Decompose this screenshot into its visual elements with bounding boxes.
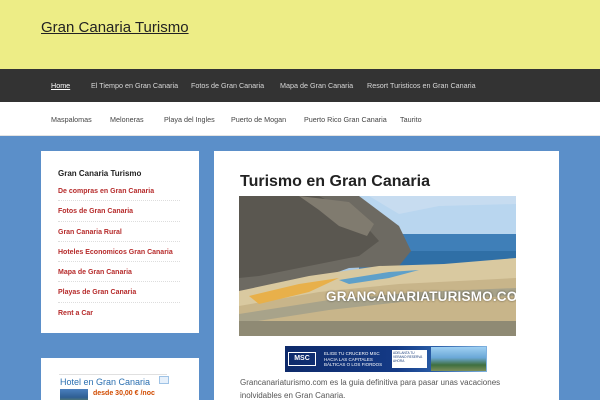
nav-item-puerto-de-mogan[interactable]: Puerto de Mogan bbox=[231, 115, 286, 124]
nav-item-photos[interactable]: Fotos de Gran Canaria bbox=[191, 81, 264, 90]
nav-item-meloneras[interactable]: Meloneras bbox=[110, 115, 144, 124]
nav-item-home[interactable]: Home bbox=[51, 81, 70, 90]
adchoices-icon[interactable] bbox=[159, 376, 169, 384]
hotel-ad[interactable]: Hotel en Gran Canaria desde 30,00 € /noc bbox=[59, 374, 169, 400]
nav-item-weather[interactable]: El Tiempo en Gran Canaria bbox=[91, 81, 178, 90]
ad-price[interactable]: desde 30,00 € /noc bbox=[93, 390, 155, 397]
sidebar-link-shopping[interactable]: De compras en Gran Canaria bbox=[58, 181, 180, 202]
hero-beach-image: GRANCANARIATURISMO.COM bbox=[239, 196, 516, 336]
main-content: Turismo en Gran Canaria GRANCANARIATURIS… bbox=[214, 151, 559, 400]
banner-fjord-image bbox=[431, 347, 486, 371]
sidebar-ad-widget: Hotel en Gran Canaria desde 30,00 € /noc bbox=[41, 358, 199, 400]
banner-cta[interactable]: ADELANTA TU VERANO RESERVA AHORA bbox=[392, 350, 427, 368]
msc-cruise-banner-ad[interactable]: MSC ELIGE TU CRUCERO MSC HACIA LAS CAPIT… bbox=[285, 346, 487, 372]
widget-title: Gran Canaria Turismo bbox=[58, 169, 142, 178]
sidebar-link-rural[interactable]: Gran Canaria Rural bbox=[58, 222, 180, 242]
sidebar-link-list: De compras en Gran Canaria Fotos de Gran… bbox=[58, 181, 180, 323]
nav-item-taurito[interactable]: Taurito bbox=[400, 115, 422, 124]
sidebar-links-widget: Gran Canaria Turismo De compras en Gran … bbox=[41, 151, 199, 333]
sidebar-link-rent-a-car[interactable]: Rent a Car bbox=[58, 303, 180, 323]
sidebar-link-cheap-hotels[interactable]: Hoteles Economicos Gran Canaria bbox=[58, 242, 180, 263]
nav-item-playa-del-ingles[interactable]: Playa del Ingles bbox=[164, 115, 215, 124]
site-header: Gran Canaria Turismo bbox=[0, 0, 600, 69]
page-title: Turismo en Gran Canaria bbox=[240, 173, 430, 190]
intro-paragraph: Grancanariaturismo.com es la guia defini… bbox=[240, 378, 501, 400]
site-title-link[interactable]: Gran Canaria Turismo bbox=[41, 19, 189, 36]
beach-photo bbox=[239, 196, 516, 336]
nav-item-resorts[interactable]: Resort Turisticos en Gran Canaria bbox=[367, 81, 476, 90]
sidebar-link-map[interactable]: Mapa de Gran Canaria bbox=[58, 262, 180, 283]
secondary-navigation: Maspalomas Meloneras Playa del Ingles Pu… bbox=[0, 102, 600, 136]
primary-navigation: Home El Tiempo en Gran Canaria Fotos de … bbox=[0, 69, 600, 102]
msc-logo: MSC bbox=[288, 352, 316, 366]
ad-hotel-image[interactable] bbox=[60, 389, 88, 400]
nav-item-puerto-rico[interactable]: Puerto Rico Gran Canaria bbox=[304, 115, 387, 124]
msc-logo-text: MSC bbox=[294, 355, 310, 362]
nav-item-maspalomas[interactable]: Maspalomas bbox=[51, 115, 92, 124]
sidebar-link-beaches[interactable]: Playas de Gran Canaria bbox=[58, 282, 180, 303]
nav-item-map[interactable]: Mapa de Gran Canaria bbox=[280, 81, 353, 90]
hero-watermark-caption: GRANCANARIATURISMO.COM bbox=[326, 289, 516, 304]
banner-text: ELIGE TU CRUCERO MSC HACIA LAS CAPITALES… bbox=[324, 351, 383, 367]
sidebar-link-photos[interactable]: Fotos de Gran Canaria bbox=[58, 201, 180, 222]
ad-title[interactable]: Hotel en Gran Canaria bbox=[60, 377, 150, 387]
